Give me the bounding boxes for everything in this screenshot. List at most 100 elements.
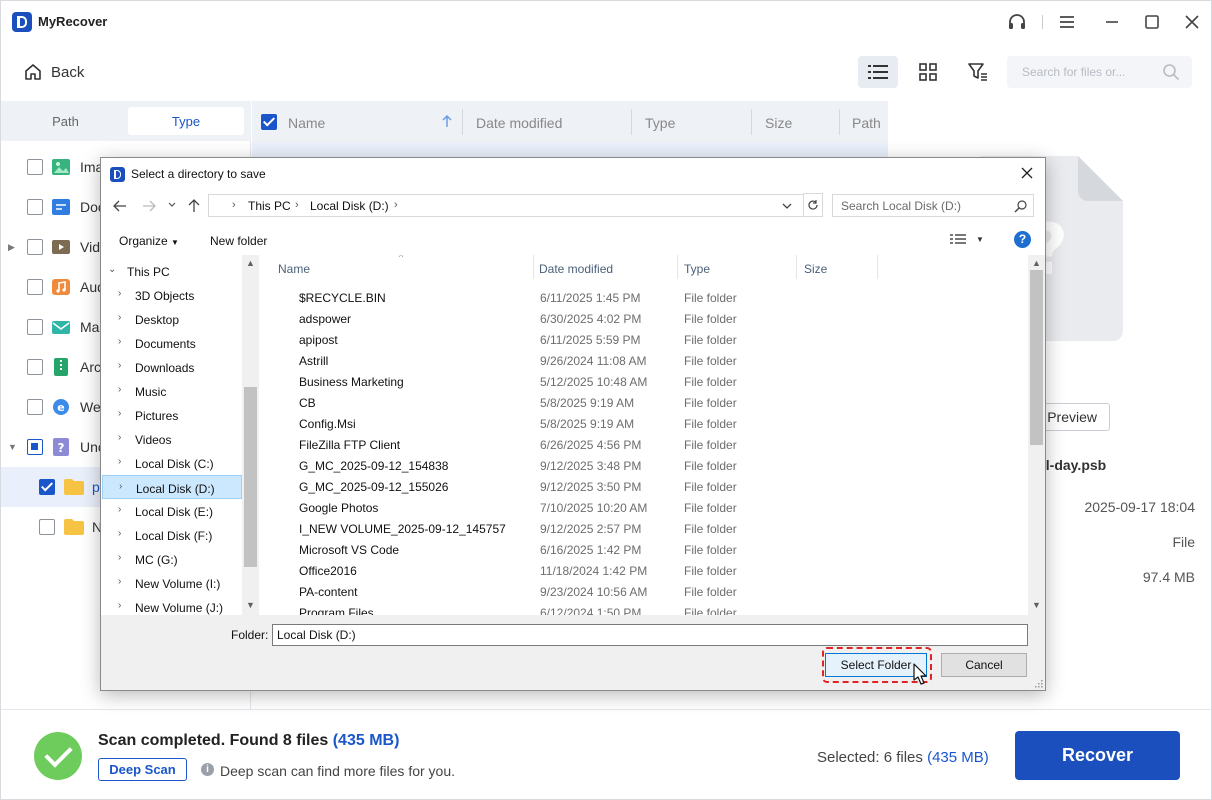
breadcrumb-this-pc[interactable]: This PC	[248, 199, 291, 213]
scroll-up-icon[interactable]: ▲	[246, 258, 255, 268]
column-date-modified[interactable]: Date modified	[539, 262, 613, 276]
organize-button[interactable]: Organize ▼	[119, 234, 179, 248]
recent-dropdown-icon[interactable]	[167, 200, 177, 210]
nav-item-local-disk-e[interactable]: › Local Disk (E:)	[102, 499, 242, 523]
chevron-down-icon[interactable]: ▼	[8, 442, 17, 452]
tree-item-checkbox[interactable]	[27, 279, 43, 295]
list-item[interactable]: FileZilla FTP Client 6/26/2025 4:56 PM Fil…	[259, 434, 1029, 455]
tree-item-checkbox[interactable]	[27, 319, 43, 335]
column-type[interactable]: Type	[645, 115, 675, 131]
list-item[interactable]: G_MC_2025-09-12_154838 9/12/2025 3:48 PM F…	[259, 455, 1029, 476]
forward-arrow-icon[interactable]	[141, 198, 157, 214]
column-date-modified[interactable]: Date modified	[476, 115, 562, 131]
chevron-right-icon[interactable]: ›	[118, 528, 121, 539]
recover-button[interactable]: Recover	[1015, 731, 1180, 780]
scroll-down-icon[interactable]: ▼	[246, 600, 255, 610]
dialog-search-input[interactable]	[833, 195, 1011, 216]
tree-item-checkbox[interactable]	[39, 479, 55, 495]
tree-item-checkbox[interactable]	[27, 159, 43, 175]
nav-item-new-volume-i[interactable]: › New Volume (I:)	[102, 571, 242, 595]
scroll-down-icon[interactable]: ▼	[1032, 600, 1041, 610]
nav-item-this-pc[interactable]: ⌄ This PC	[102, 259, 242, 283]
nav-scrollbar[interactable]: ▲ ▼	[242, 255, 259, 615]
chevron-right-icon[interactable]: ›	[118, 432, 121, 443]
nav-item-3d-objects[interactable]: › 3D Objects	[102, 283, 242, 307]
folder-input[interactable]	[272, 624, 1028, 646]
chevron-right-icon[interactable]: ›	[118, 360, 121, 371]
chevron-right-icon[interactable]: ›	[118, 576, 121, 587]
list-item[interactable]: Microsoft VS Code 6/16/2025 1:42 PM File f…	[259, 539, 1029, 560]
close-icon[interactable]	[1181, 11, 1203, 33]
list-item[interactable]: Business Marketing 5/12/2025 10:48 AM File…	[259, 371, 1029, 392]
tree-item-checkbox[interactable]	[27, 439, 43, 455]
up-arrow-icon[interactable]	[186, 198, 202, 214]
nav-item-pictures[interactable]: › Pictures	[102, 403, 242, 427]
nav-item-local-disk-d[interactable]: › Local Disk (D:)	[102, 475, 242, 499]
breadcrumb-local-disk-d[interactable]: Local Disk (D:)	[310, 199, 389, 213]
dialog-close-icon[interactable]	[1019, 165, 1035, 181]
nav-item-local-disk-c[interactable]: › Local Disk (C:)	[102, 451, 242, 475]
address-bar[interactable]: › This PC › Local Disk (D:) ›	[208, 194, 823, 217]
search-icon[interactable]	[1162, 63, 1180, 81]
list-item[interactable]: PA-content 9/23/2024 10:56 AM File folder	[259, 581, 1029, 602]
deep-scan-button[interactable]: Deep Scan	[98, 758, 187, 781]
list-item[interactable]: Astrill 9/26/2024 11:08 AM File folder	[259, 350, 1029, 371]
back-arrow-icon[interactable]	[112, 198, 128, 214]
chevron-right-icon[interactable]: ›	[118, 408, 121, 419]
tab-path[interactable]: Path	[7, 107, 124, 135]
select-all-checkbox[interactable]	[261, 114, 277, 130]
list-item[interactable]: $RECYCLE.BIN 6/11/2025 1:45 PM File folder	[259, 287, 1029, 308]
grid-view-button[interactable]	[908, 56, 948, 88]
chevron-right-icon[interactable]: ›	[118, 600, 121, 611]
nav-item-local-disk-f[interactable]: › Local Disk (F:)	[102, 523, 242, 547]
address-dropdown-icon[interactable]	[782, 201, 792, 211]
tree-item-checkbox[interactable]	[27, 359, 43, 375]
back-button[interactable]: Back	[23, 61, 84, 83]
scroll-up-icon[interactable]: ▲	[1032, 258, 1041, 268]
list-item[interactable]: Office2016 11/18/2024 1:42 PM File folder	[259, 560, 1029, 581]
list-view-button[interactable]	[858, 56, 898, 88]
list-item[interactable]: adspower 6/30/2025 4:02 PM File folder	[259, 308, 1029, 329]
chevron-down-icon[interactable]: ⌄	[108, 264, 116, 275]
view-options-button[interactable]: ▼	[950, 233, 984, 245]
nav-item-videos[interactable]: › Videos	[102, 427, 242, 451]
chevron-right-icon[interactable]: ›	[118, 384, 121, 395]
nav-item-new-volume-j[interactable]: › New Volume (J:)	[102, 595, 242, 615]
maximize-icon[interactable]	[1141, 11, 1163, 33]
help-icon[interactable]: ?	[1014, 231, 1031, 248]
tree-item-checkbox[interactable]	[39, 519, 55, 535]
column-name[interactable]: Name	[288, 115, 325, 131]
chevron-right-icon[interactable]: ›	[118, 456, 121, 467]
chevron-right-icon[interactable]: ›	[119, 481, 122, 492]
column-name[interactable]: Name	[278, 262, 310, 276]
nav-item-desktop[interactable]: › Desktop	[102, 307, 242, 331]
nav-scrollbar-thumb[interactable]	[244, 387, 257, 567]
headset-icon[interactable]	[1006, 11, 1028, 33]
search-icon[interactable]	[1014, 199, 1028, 213]
folder-list-scrollbar[interactable]: ▲ ▼	[1028, 255, 1045, 615]
column-size[interactable]: Size	[804, 262, 827, 276]
column-path[interactable]: Path	[852, 115, 881, 131]
column-size[interactable]: Size	[765, 115, 792, 131]
list-item[interactable]: Program Files 6/12/2024 1:50 PM File folde…	[259, 602, 1029, 615]
chevron-right-icon[interactable]: ›	[118, 312, 121, 323]
nav-item-downloads[interactable]: › Downloads	[102, 355, 242, 379]
chevron-right-icon[interactable]: ▶	[8, 242, 15, 253]
nav-item-mc-g[interactable]: › MC (G:)	[102, 547, 242, 571]
list-item[interactable]: G_MC_2025-09-12_155026 9/12/2025 3:50 PM F…	[259, 476, 1029, 497]
new-folder-button[interactable]: New folder	[210, 234, 267, 248]
chevron-right-icon[interactable]: ›	[118, 288, 121, 299]
tree-item-checkbox[interactable]	[27, 199, 43, 215]
list-item[interactable]: Config.Msi 5/8/2025 9:19 AM File folder	[259, 413, 1029, 434]
folder-list-scrollbar-thumb[interactable]	[1030, 270, 1043, 445]
search-input[interactable]	[1007, 56, 1157, 88]
chevron-right-icon[interactable]: ›	[118, 504, 121, 515]
nav-item-music[interactable]: › Music	[102, 379, 242, 403]
chevron-right-icon[interactable]: ›	[118, 336, 121, 347]
cancel-button[interactable]: Cancel	[941, 653, 1027, 677]
tab-type[interactable]: Type	[128, 107, 244, 135]
list-item[interactable]: apipost 6/11/2025 5:59 PM File folder	[259, 329, 1029, 350]
nav-item-documents[interactable]: › Documents	[102, 331, 242, 355]
chevron-right-icon[interactable]: ›	[118, 552, 121, 563]
filter-button[interactable]	[958, 56, 998, 88]
